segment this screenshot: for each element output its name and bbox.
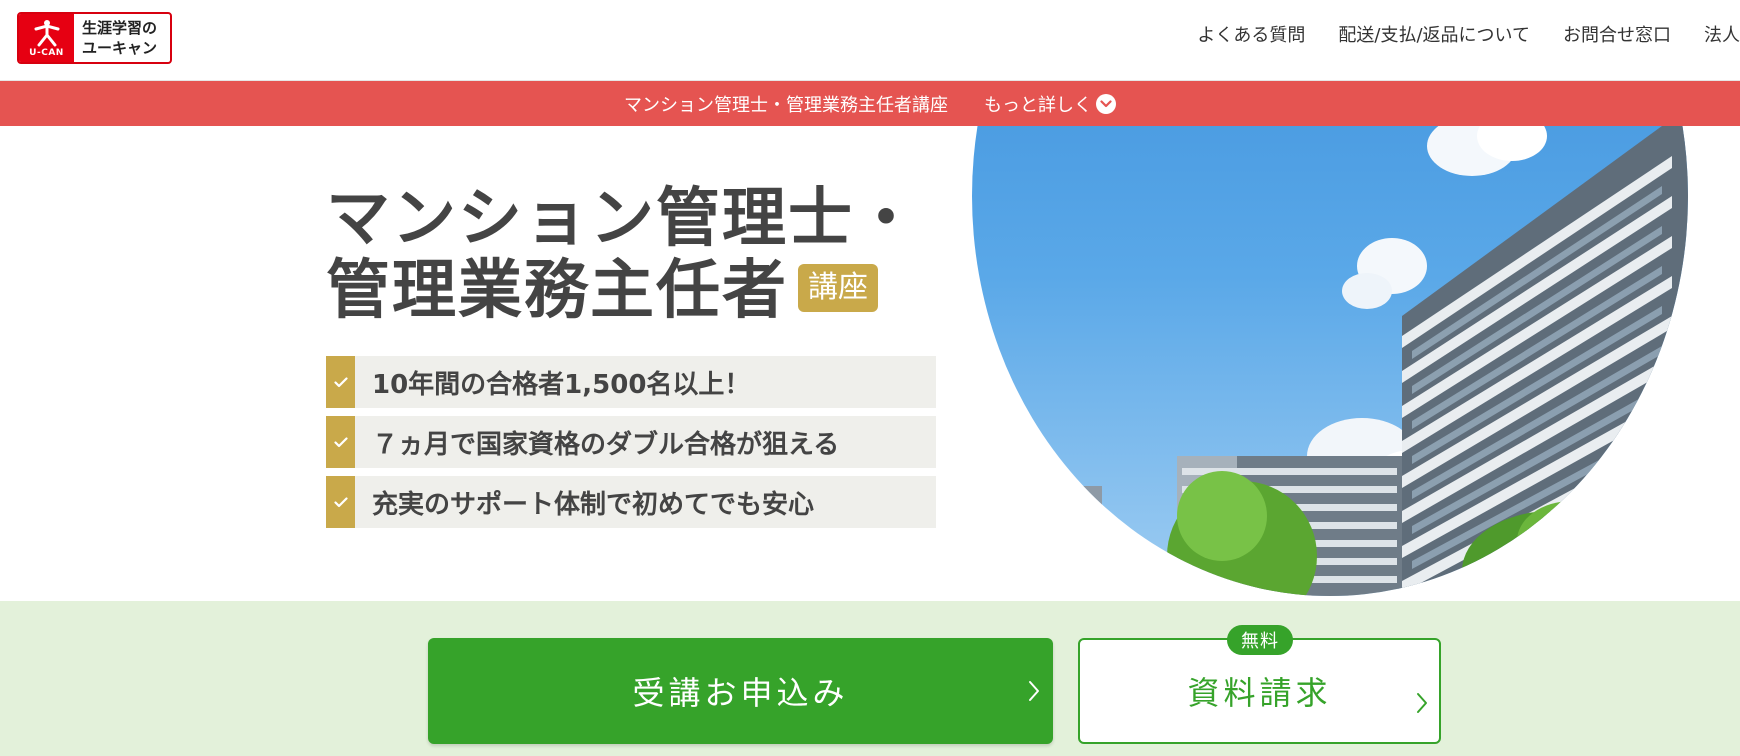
- feature-text: ７ヵ月で国家資格のダブル合格が狙える: [372, 429, 840, 460]
- check-icon: [326, 416, 355, 468]
- ucan-logo-mark: U-CAN: [19, 14, 74, 62]
- feature-item: 充実のサポート体制で初めてでも安心: [326, 476, 936, 528]
- hero-title-line2-wrap: 管理業務主任者 講座: [326, 255, 920, 327]
- nav-contact-link[interactable]: お問合せ窓口: [1563, 22, 1671, 50]
- check-icon: [326, 476, 355, 528]
- more-details-label: もっと詳しく: [984, 94, 1092, 116]
- feature-text: 充実のサポート体制で初めてでも安心: [372, 489, 815, 520]
- hero-title: マンション管理士・ 管理業務主任者 講座: [326, 183, 920, 327]
- check-icon: [326, 356, 355, 408]
- apply-button-label: 受講お申込み: [632, 674, 849, 712]
- cta-area: 受講お申込み 資料請求 無料: [0, 601, 1740, 756]
- more-details-toggle[interactable]: もっと詳しく: [984, 91, 1116, 117]
- course-name: マンション管理士・管理業務主任者講座: [624, 94, 948, 116]
- nav-faq-link[interactable]: よくある質問: [1197, 22, 1305, 50]
- ucan-logo[interactable]: U-CAN 生涯学習の ユーキャン: [17, 12, 172, 64]
- request-brochure-label: 資料請求: [1187, 674, 1332, 712]
- header-nav: よくある質問 配送/支払/返品について お問合せ窓口 法人: [1164, 22, 1740, 50]
- site-header: U-CAN 生涯学習の ユーキャン よくある質問 配送/支払/返品について お問…: [0, 0, 1740, 81]
- feature-list: 10年間の合格者1,500名以上！ ７ヵ月で国家資格のダブル合格が狙える 充実の…: [326, 356, 936, 536]
- course-subbar: マンション管理士・管理業務主任者講座 もっと詳しく: [0, 81, 1740, 126]
- chevron-right-icon: [1415, 652, 1429, 754]
- apartment-buildings-photo: [972, 126, 1688, 596]
- free-badge: 無料: [1227, 625, 1293, 655]
- hero-title-line1: マンション管理士・: [326, 182, 920, 256]
- hero-section: マンション管理士・ 管理業務主任者 講座 10年間の合格者1,500名以上！ ７ヵ…: [0, 126, 1740, 601]
- logo-line2: ユーキャン: [82, 39, 158, 57]
- chevron-right-icon: [1027, 638, 1041, 744]
- course-badge: 講座: [798, 264, 878, 313]
- hero-title-line2: 管理業務主任者: [326, 254, 788, 328]
- logo-mark-text: U-CAN: [29, 47, 64, 58]
- chevron-down-icon: [1096, 93, 1116, 114]
- logo-line1: 生涯学習の: [82, 19, 158, 37]
- ucan-figure-icon: [34, 19, 59, 46]
- nav-corporate-link[interactable]: 法人: [1704, 22, 1740, 50]
- logo-wordmark: 生涯学習の ユーキャン: [74, 14, 170, 62]
- nav-shipping-link[interactable]: 配送/支払/返品について: [1338, 22, 1530, 50]
- feature-item: ７ヵ月で国家資格のダブル合格が狙える: [326, 416, 936, 468]
- apply-button[interactable]: 受講お申込み: [428, 638, 1053, 744]
- feature-text: 10年間の合格者1,500名以上！: [372, 369, 751, 400]
- feature-item: 10年間の合格者1,500名以上！: [326, 356, 936, 408]
